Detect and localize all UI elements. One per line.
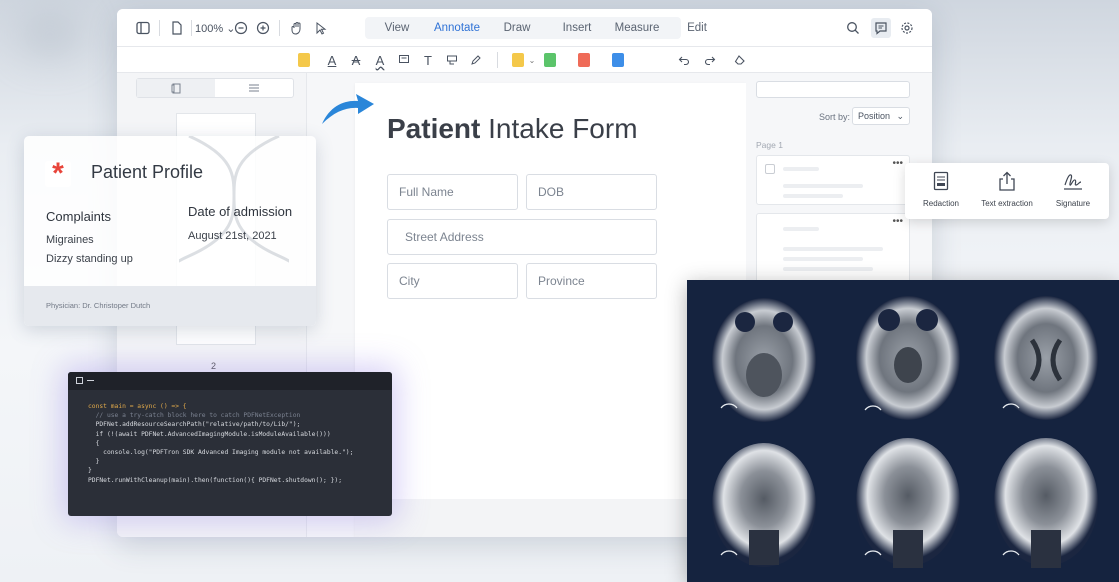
arrow-icon <box>318 92 376 133</box>
physician-label: Physician: Dr. Christoper Dutch <box>46 301 151 310</box>
zoom-in-icon[interactable] <box>253 18 273 38</box>
tab-insert[interactable]: Insert <box>547 22 607 34</box>
comments-icon[interactable] <box>871 18 891 38</box>
admission-date: August 21st, 2021 <box>188 230 277 242</box>
tab-view[interactable]: View <box>367 22 427 34</box>
form-title: Patient Intake Form <box>387 113 638 144</box>
note-checkbox[interactable] <box>765 164 775 174</box>
annotation-toolbar: A A A T ⌄ <box>117 47 932 73</box>
chevron-down-icon: ⌄ <box>896 111 904 121</box>
full-name-field[interactable]: Full Name <box>387 174 518 210</box>
underline-icon[interactable]: A <box>323 51 341 69</box>
signature-feature[interactable]: Signature <box>1039 171 1107 208</box>
code-snippet: const main = async () => { // use a try-… <box>88 403 354 484</box>
tab-edit[interactable]: Edit <box>667 22 727 34</box>
highlight-red-icon[interactable] <box>575 51 593 69</box>
features-popover: Redaction Text extraction Signature <box>905 163 1109 219</box>
patient-profile-card: * Patient Profile Complaints Migraines D… <box>24 136 316 326</box>
city-field[interactable]: City <box>387 263 518 299</box>
redaction-feature[interactable]: Redaction <box>907 171 975 208</box>
tab-draw[interactable]: Draw <box>487 22 547 34</box>
notes-search-input[interactable] <box>756 81 910 98</box>
notes-page-label: Page 1 <box>756 140 783 150</box>
undo-icon[interactable] <box>675 51 693 69</box>
pen-icon[interactable] <box>467 51 485 69</box>
sort-label: Sort by: <box>819 112 851 122</box>
free-text-icon[interactable]: T <box>419 51 437 69</box>
complaints-heading: Complaints <box>46 209 112 224</box>
minimize-icon[interactable] <box>87 380 94 381</box>
search-icon[interactable] <box>843 18 863 38</box>
tab-measure[interactable]: Measure <box>607 22 667 34</box>
eraser-icon[interactable] <box>731 51 749 69</box>
tab-annotate[interactable]: Annotate <box>427 22 487 34</box>
asterisk-icon: * <box>45 159 71 189</box>
note-card[interactable]: ••• <box>756 155 910 205</box>
chevron-down-icon[interactable]: ⌄ <box>523 51 541 69</box>
top-toolbar: 100% ⌄ View Annotate Draw Insert Measure… <box>117 9 932 47</box>
admission-heading: Date of admission <box>188 204 293 219</box>
more-options-icon[interactable]: ••• <box>892 158 903 169</box>
more-options-icon[interactable]: ••• <box>892 216 903 227</box>
dob-field[interactable]: DOB <box>526 174 657 210</box>
mri-scan-panel <box>687 280 1119 582</box>
code-window: const main = async () => { // use a try-… <box>68 372 392 516</box>
zoom-out-icon[interactable] <box>231 18 251 38</box>
maximize-icon[interactable] <box>76 377 83 384</box>
highlight-blue-icon[interactable] <box>609 51 627 69</box>
outline-tab-icon[interactable] <box>215 79 293 97</box>
redo-icon[interactable] <box>701 51 719 69</box>
code-window-header <box>68 372 392 390</box>
note-card[interactable]: ••• <box>756 213 910 283</box>
select-cursor-icon[interactable] <box>311 18 331 38</box>
share-icon <box>973 171 1041 193</box>
highlight-yellow-icon[interactable] <box>295 51 313 69</box>
sticky-note-icon[interactable] <box>395 51 413 69</box>
squiggly-icon[interactable]: A <box>371 51 389 69</box>
settings-gear-icon[interactable] <box>897 18 917 38</box>
sort-select[interactable]: Position ⌄ <box>852 107 910 125</box>
thumbnails-tab-icon[interactable] <box>137 79 215 97</box>
thumbnail-page-number: 2 <box>211 361 217 371</box>
complaint-item: Dizzy standing up <box>46 253 133 265</box>
left-panel-tabs <box>136 78 294 98</box>
highlight-green-icon[interactable] <box>541 51 559 69</box>
pan-hand-icon[interactable] <box>287 18 307 38</box>
province-field[interactable]: Province <box>526 263 657 299</box>
street-address-field[interactable]: Street Address <box>387 219 657 255</box>
toggle-panel-icon[interactable] <box>133 18 153 38</box>
profile-title: Patient Profile <box>91 162 204 182</box>
strikeout-icon[interactable]: A <box>347 51 365 69</box>
zoom-dropdown[interactable]: 100% ⌄ <box>195 22 235 35</box>
background-blur <box>20 15 80 55</box>
mri-scans-image <box>712 296 1098 568</box>
page-icon[interactable] <box>167 18 187 38</box>
redaction-icon <box>907 171 975 193</box>
text-extraction-feature[interactable]: Text extraction <box>973 171 1041 208</box>
complaint-item: Migraines <box>46 234 94 246</box>
callout-icon[interactable] <box>443 51 461 69</box>
signature-icon <box>1039 171 1107 193</box>
ribbon-tabs: View Annotate Draw Insert Measure Edit <box>367 22 727 34</box>
